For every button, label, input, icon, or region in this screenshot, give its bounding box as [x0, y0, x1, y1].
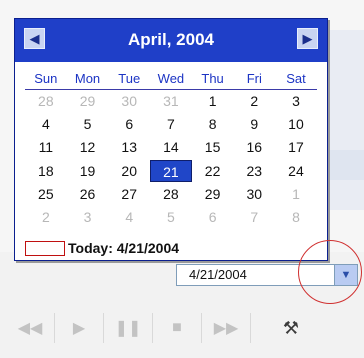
calendar-day[interactable]: 7	[150, 113, 192, 135]
calendar-day[interactable]: 13	[108, 136, 150, 158]
calendar-day[interactable]: 30	[233, 183, 275, 205]
calendar-day[interactable]: 28	[150, 183, 192, 205]
calendar-day[interactable]: 28	[25, 90, 67, 112]
today-label: Today: 4/21/2004	[68, 240, 180, 256]
calendar-week: 2 3 4 5 6 7 8	[25, 206, 317, 229]
calendar-day[interactable]: 7	[233, 206, 275, 228]
calendar-day[interactable]: 8	[275, 206, 317, 228]
calendar-header: ◀ April, 2004 ▶	[15, 19, 327, 62]
calendar-week: 28 29 30 31 1 2 3	[25, 90, 317, 113]
calendar-day[interactable]: 15	[192, 136, 234, 158]
tools-icon: ⚒	[282, 317, 300, 338]
calendar-day[interactable]: 2	[25, 206, 67, 228]
calendar-day[interactable]: 11	[25, 136, 67, 158]
today-marker	[25, 240, 65, 256]
calendar-day[interactable]: 27	[108, 183, 150, 205]
rewind-button[interactable]: ◀◀	[6, 313, 55, 343]
calendar-day[interactable]: 29	[192, 183, 234, 205]
calendar-week: 11 12 13 14 15 16 17	[25, 136, 317, 159]
calendar-day[interactable]: 9	[233, 113, 275, 135]
calendar-day[interactable]: 8	[192, 113, 234, 135]
calendar-day[interactable]: 29	[67, 90, 109, 112]
tools-button[interactable]: ⚒	[271, 313, 311, 343]
calendar-day[interactable]: 31	[150, 90, 192, 112]
calendar-grid: 28 29 30 31 1 2 3 4 5 6 7 8 9 10 11 12 1…	[25, 90, 317, 229]
calendar-day[interactable]: 5	[67, 113, 109, 135]
calendar-day[interactable]: 10	[275, 113, 317, 135]
play-icon: ▶	[72, 320, 86, 337]
calendar-day[interactable]: 6	[192, 206, 234, 228]
calendar-week: 18 19 20 21 22 23 24	[25, 159, 317, 183]
stop-button[interactable]: ■	[153, 313, 202, 343]
calendar-day[interactable]: 25	[25, 183, 67, 205]
play-button[interactable]: ▶	[55, 313, 104, 343]
calendar-day[interactable]: 2	[233, 90, 275, 112]
fast-forward-button[interactable]: ▶▶	[202, 313, 251, 343]
today-link[interactable]: Today: 4/21/2004	[25, 239, 179, 257]
stop-icon: ■	[172, 319, 182, 336]
weekday-label: Thu	[201, 71, 224, 86]
calendar-day[interactable]: 12	[67, 136, 109, 158]
calendar-day[interactable]: 17	[275, 136, 317, 158]
date-dropdown-button[interactable]: ▼	[334, 264, 358, 286]
calendar-day[interactable]: 6	[108, 113, 150, 135]
pause-icon: ❚❚	[114, 320, 142, 337]
chevron-down-icon: ▼	[340, 269, 352, 281]
calendar-day[interactable]: 3	[67, 206, 109, 228]
fast-forward-icon: ▶▶	[213, 320, 239, 337]
calendar-day[interactable]: 4	[25, 113, 67, 135]
date-input[interactable]: 4/21/2004	[176, 264, 336, 286]
calendar-week: 25 26 27 28 29 30 1	[25, 183, 317, 206]
selected-day[interactable]: 21	[150, 159, 192, 182]
weekday-label: Sun	[34, 71, 58, 86]
weekday-header: Sun Mon Tue Wed Thu Fri Sat	[25, 71, 317, 90]
weekday-label: Wed	[157, 71, 185, 86]
calendar-day[interactable]: 23	[233, 160, 275, 182]
month-title: April, 2004	[128, 30, 214, 49]
calendar-day[interactable]: 4	[108, 206, 150, 228]
calendar-week: 4 5 6 7 8 9 10	[25, 113, 317, 136]
calendar-day[interactable]: 5	[150, 206, 192, 228]
right-arrow-icon: ▶	[302, 31, 313, 46]
calendar-day[interactable]: 14	[150, 136, 192, 158]
calendar-day[interactable]: 1	[192, 90, 234, 112]
calendar-day[interactable]: 20	[108, 160, 150, 182]
calendar-day[interactable]: 22	[192, 160, 234, 182]
calendar-day[interactable]: 19	[67, 160, 109, 182]
calendar-day[interactable]: 1	[275, 183, 317, 205]
weekday-label: Sat	[286, 71, 306, 86]
calendar-day[interactable]: 18	[25, 160, 67, 182]
pause-button[interactable]: ❚❚	[104, 313, 153, 343]
calendar-day[interactable]: 24	[275, 160, 317, 182]
calendar-day[interactable]: 16	[233, 136, 275, 158]
weekday-label: Fri	[246, 71, 262, 86]
rewind-icon: ◀◀	[17, 320, 43, 337]
calendar-popup: ◀ April, 2004 ▶ Sun Mon Tue Wed Thu Fri …	[14, 18, 328, 261]
calendar-day[interactable]: 3	[275, 90, 317, 112]
next-month-button[interactable]: ▶	[297, 28, 318, 49]
calendar-day[interactable]: 30	[108, 90, 150, 112]
weekday-label: Tue	[118, 71, 141, 86]
calendar-day[interactable]: 26	[67, 183, 109, 205]
playback-toolbar: ◀◀ ▶ ❚❚ ■ ▶▶ ⚒	[0, 310, 364, 346]
weekday-label: Mon	[74, 71, 101, 86]
